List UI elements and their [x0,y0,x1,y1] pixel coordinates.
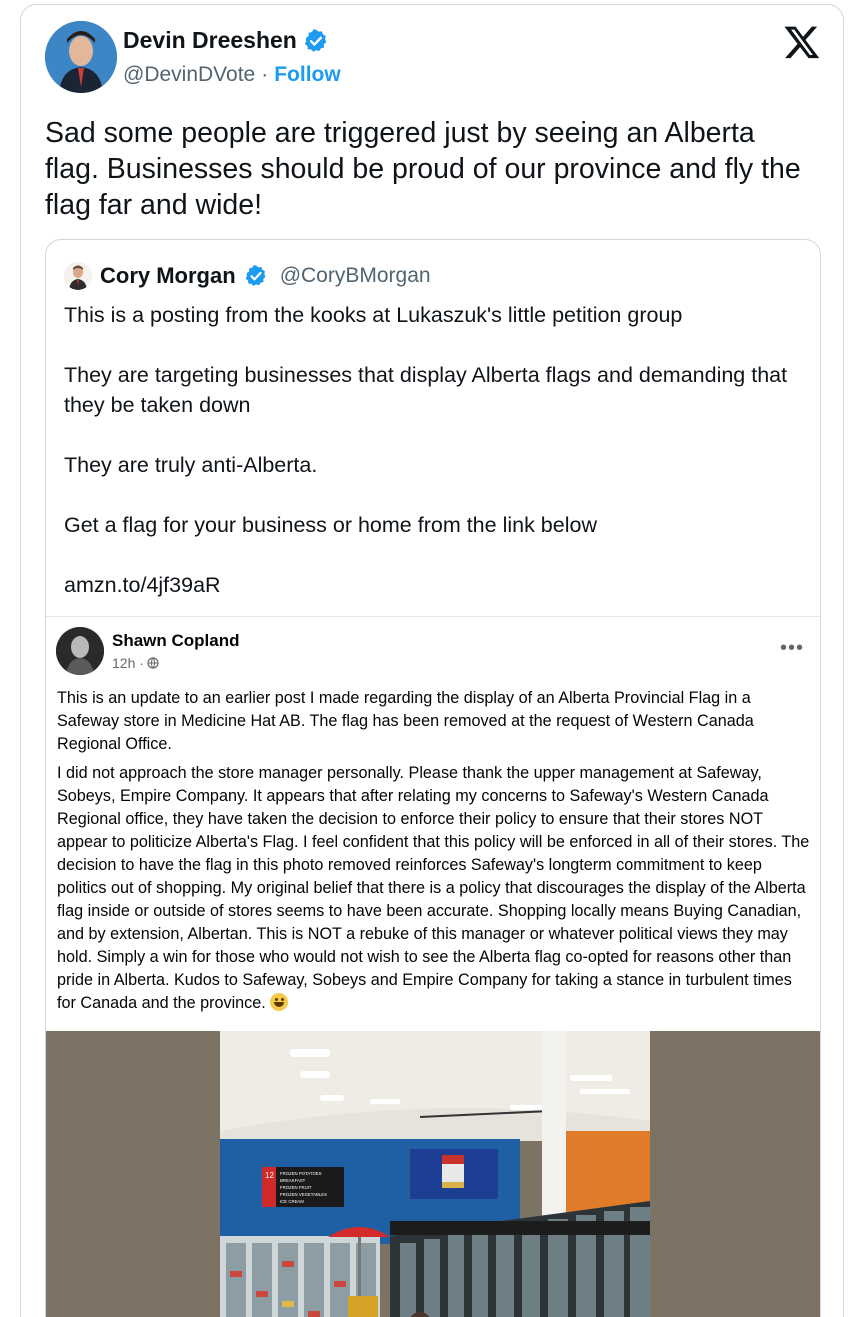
quoted-link[interactable]: amzn.to/4jf39aR [64,570,804,600]
quoted-tweet[interactable]: Cory Morgan @CoryBMorgan This is a posti… [45,239,821,1317]
x-logo-icon[interactable] [783,23,821,61]
quoted-author-handle[interactable]: @CoryBMorgan [280,264,431,288]
aisle-line: FROZEN POTATOES [280,1171,322,1176]
tweet-card: Devin Dreeshen @DevinDVote · Follow Sad … [20,4,844,1317]
quoted-author-avatar[interactable] [64,262,92,290]
author-name[interactable]: Devin Dreeshen [123,27,297,54]
fb-author-name: Shawn Copland [112,631,240,650]
quoted-tweet-text: This is a posting from the kooks at Luka… [64,300,804,600]
fb-paragraph-2-text: I did not approach the store manager per… [57,764,810,1012]
facebook-post-screenshot: Shawn Copland 12h · ••• This is an updat… [46,616,820,1317]
fb-author-avatar-image [56,627,104,675]
author-avatar[interactable] [45,21,117,93]
author-handle-row: @DevinDVote · Follow [123,63,341,87]
smiley-emoji-icon [270,993,289,1011]
fb-post-time: 12h · [112,655,159,671]
quoted-author-avatar-image [64,262,92,290]
author-name-row: Devin Dreeshen [123,27,329,54]
quoted-line: They are truly anti-Alberta. [64,453,318,477]
aisle-line: FROZEN VEGETABLES [280,1192,327,1197]
globe-icon [147,657,159,669]
quoted-author-name[interactable]: Cory Morgan [100,263,236,289]
quoted-line: This is a posting from the kooks at Luka… [64,303,683,327]
author-avatar-image [45,21,117,93]
quoted-tweet-header: Cory Morgan @CoryBMorgan [64,262,431,290]
separator-dot: · [261,63,269,86]
verified-badge-icon [245,265,266,286]
tweet-text: Sad some people are triggered just by se… [45,117,801,221]
aisle-number: 12 [265,1171,274,1180]
quoted-line: They are targeting businesses that displ… [64,363,788,417]
fb-paragraph-1: This is an update to an earlier post I m… [57,689,754,753]
quoted-line: Get a flag for your business or home fro… [64,513,597,537]
verified-badge-icon [304,28,327,52]
fb-time-text: 12h · [112,655,144,671]
store-photo-image: 12 FROZEN POTATOES BREAKFAST FROZEN FRUI… [220,1031,650,1317]
aisle-line: BREAKFAST [280,1178,306,1183]
author-handle[interactable]: @DevinDVote [123,63,255,87]
fb-post-text: This is an update to an earlier post I m… [57,687,813,1021]
aisle-line: FROZEN FRUIT [280,1185,312,1190]
more-options-icon: ••• [779,637,804,659]
fb-paragraph-2: I did not approach the store manager per… [57,762,813,1015]
store-photo: 12 FROZEN POTATOES BREAKFAST FROZEN FRUI… [220,1031,650,1317]
aisle-line: ICE CREAM [280,1199,304,1204]
fb-author-avatar [56,627,104,675]
follow-button[interactable]: Follow [274,63,341,87]
